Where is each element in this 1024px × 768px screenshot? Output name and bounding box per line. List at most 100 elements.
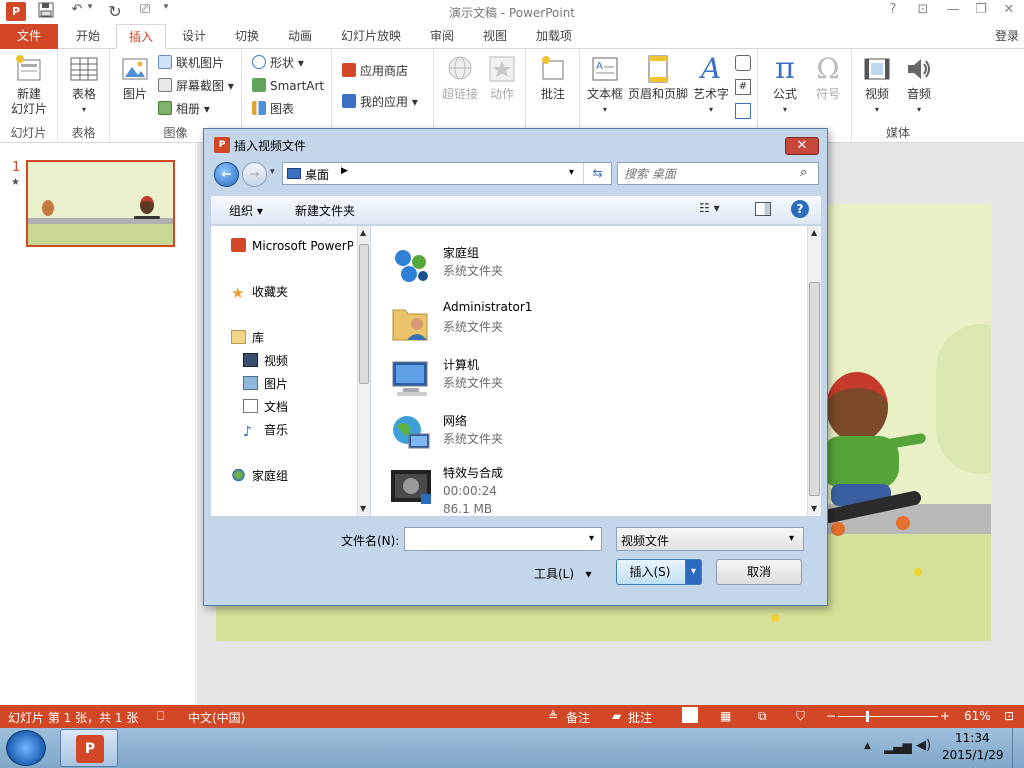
filetype-select[interactable]: 视频文件 ▾	[616, 527, 804, 551]
slideshow-view-icon[interactable]: ⛉	[796, 709, 805, 724]
filename-input[interactable]	[409, 531, 579, 547]
fit-to-window-icon[interactable]: ⊡	[1004, 709, 1014, 723]
tab-transitions[interactable]: 切换	[222, 24, 272, 49]
breadcrumb-arrow-icon[interactable]: ▶	[341, 166, 348, 176]
change-view-icon[interactable]: ☷ ▾	[699, 201, 720, 215]
audio-button[interactable]: 音频 ▾	[898, 53, 940, 117]
tab-slideshow[interactable]: 幻灯片放映	[330, 24, 412, 49]
refresh-icon[interactable]: ⇆	[583, 163, 611, 184]
clock-time[interactable]: 11:34	[955, 731, 990, 745]
album-button[interactable]: 相册 ▾	[158, 99, 210, 119]
video-button[interactable]: 视频 ▾	[854, 53, 900, 117]
header-footer-button[interactable]: 页眉和页脚	[626, 53, 690, 102]
taskbar-powerpoint-button[interactable]: P	[60, 729, 118, 767]
nav-scroll-down-icon[interactable]: ▼	[360, 504, 366, 513]
equation-button[interactable]: π 公式 ▾	[762, 53, 808, 117]
list-item[interactable]: 网络 系统文件夹	[385, 408, 785, 460]
filename-dropdown-icon[interactable]: ▾	[589, 533, 594, 544]
slide-number-icon[interactable]: #	[735, 79, 751, 95]
tab-animations[interactable]: 动画	[274, 24, 326, 49]
zoom-slider[interactable]	[838, 716, 938, 717]
textbox-button[interactable]: A 文本框 ▾	[582, 53, 628, 117]
file-scroll-down-icon[interactable]: ▼	[811, 504, 817, 513]
nav-item-videos[interactable]: 视频	[243, 351, 288, 371]
start-button[interactable]	[6, 730, 46, 766]
list-item[interactable]: 特效与合成 00:00:24 86.1 MB	[385, 460, 785, 516]
nav-scrollbar[interactable]: ▲ ▼	[357, 226, 370, 516]
network-signal-icon[interactable]: ▂▄▆	[884, 740, 912, 754]
help-button[interactable]: ?	[880, 2, 906, 22]
nav-item-powerpoint[interactable]: Microsoft PowerPoint	[231, 236, 353, 256]
nav-item-documents[interactable]: 文档	[243, 397, 288, 417]
file-scrollbar-thumb[interactable]	[809, 282, 820, 496]
chart-button[interactable]: 图表	[252, 99, 294, 119]
filetype-dropdown-icon[interactable]: ▾	[789, 533, 794, 544]
tab-review[interactable]: 审阅	[416, 24, 468, 49]
wordart-button[interactable]: A 艺术字 ▾	[690, 53, 732, 117]
restore-icon[interactable]: ❐	[968, 2, 994, 22]
table-button[interactable]: 表格 ▾	[62, 53, 106, 117]
picture-button[interactable]: 图片	[116, 53, 154, 102]
nav-item-homegroup[interactable]: 家庭组	[231, 466, 288, 486]
list-item[interactable]: Administrator1 系统文件夹	[385, 296, 785, 348]
list-item[interactable]: 家庭组 系统文件夹	[385, 240, 785, 292]
show-desktop-button[interactable]	[1012, 728, 1024, 768]
nav-item-pictures[interactable]: 图片	[243, 374, 288, 394]
zoom-out-button[interactable]: −	[826, 709, 836, 723]
spell-check-icon[interactable]: ⎕	[157, 709, 164, 724]
tab-design[interactable]: 设计	[168, 24, 220, 49]
file-scroll-up-icon[interactable]: ▲	[811, 228, 817, 237]
preview-pane-icon[interactable]	[755, 202, 771, 216]
tray-arrow-icon[interactable]: ▲	[864, 741, 871, 751]
tab-addins[interactable]: 加载项	[524, 24, 584, 49]
smartart-button[interactable]: SmartArt	[252, 76, 324, 96]
login-link[interactable]: 登录	[990, 24, 1024, 49]
action-button[interactable]: 动作	[482, 53, 522, 102]
address-dropdown-icon[interactable]: ▾	[569, 167, 574, 178]
ribbon-display-options-icon[interactable]: ⊡	[910, 2, 936, 22]
tab-insert[interactable]: 插入	[116, 24, 166, 49]
insert-dropdown-icon[interactable]: ▾	[685, 560, 701, 584]
notes-icon[interactable]: ≜	[548, 709, 558, 723]
cancel-button[interactable]: 取消	[716, 559, 802, 585]
date-time-icon[interactable]	[735, 55, 751, 71]
screenshot-button[interactable]: 屏幕截图 ▾	[158, 76, 234, 96]
reading-view-icon[interactable]: ⧉	[758, 709, 767, 724]
filename-field[interactable]: ▾	[404, 527, 602, 551]
nav-item-music[interactable]: ♪ 音乐	[243, 420, 288, 440]
zoom-in-button[interactable]: +	[940, 709, 950, 723]
symbol-button[interactable]: Ω 符号	[808, 53, 848, 102]
shapes-button[interactable]: 形状 ▾	[252, 53, 304, 73]
organize-button[interactable]: 组织 ▾	[229, 202, 263, 219]
hyperlink-button[interactable]: 超链接	[438, 53, 482, 102]
comment-button[interactable]: 批注	[530, 53, 576, 102]
recent-locations-icon[interactable]: ▾	[270, 167, 275, 177]
tab-home[interactable]: 开始	[62, 24, 114, 49]
file-scrollbar[interactable]: ▲ ▼	[807, 226, 821, 516]
slide-thumbnail[interactable]	[26, 160, 175, 247]
back-button[interactable]: ←	[214, 162, 239, 187]
comments-button[interactable]: 批注	[628, 709, 652, 726]
zoom-slider-thumb[interactable]	[866, 711, 869, 722]
tools-button[interactable]: 工具(L) ▾	[534, 565, 592, 582]
volume-icon[interactable]: ◀)	[916, 738, 931, 753]
new-slide-button[interactable]: 新建 幻灯片	[2, 53, 56, 117]
search-input[interactable]	[624, 165, 794, 182]
close-icon[interactable]: ✕	[996, 2, 1022, 22]
clock-date[interactable]: 2015/1/29	[942, 748, 1004, 762]
minimize-icon[interactable]: —	[940, 2, 966, 22]
tab-file[interactable]: 文件	[0, 24, 58, 49]
object-icon[interactable]	[735, 103, 751, 119]
comments-icon[interactable]: ▰	[612, 709, 621, 723]
search-field[interactable]: ⌕	[617, 162, 819, 185]
normal-view-icon[interactable]	[682, 707, 698, 723]
new-folder-button[interactable]: 新建文件夹	[295, 202, 355, 219]
dialog-close-button[interactable]: ✕	[785, 137, 819, 155]
nav-scroll-up-icon[interactable]: ▲	[360, 228, 366, 237]
slide-sorter-icon[interactable]: ▦	[720, 709, 731, 723]
tab-view[interactable]: 视图	[470, 24, 520, 49]
online-picture-button[interactable]: 联机图片	[158, 53, 224, 73]
zoom-level[interactable]: 61%	[964, 709, 991, 723]
language-status[interactable]: 中文(中国)	[188, 709, 245, 726]
forward-button[interactable]: →	[242, 162, 267, 187]
